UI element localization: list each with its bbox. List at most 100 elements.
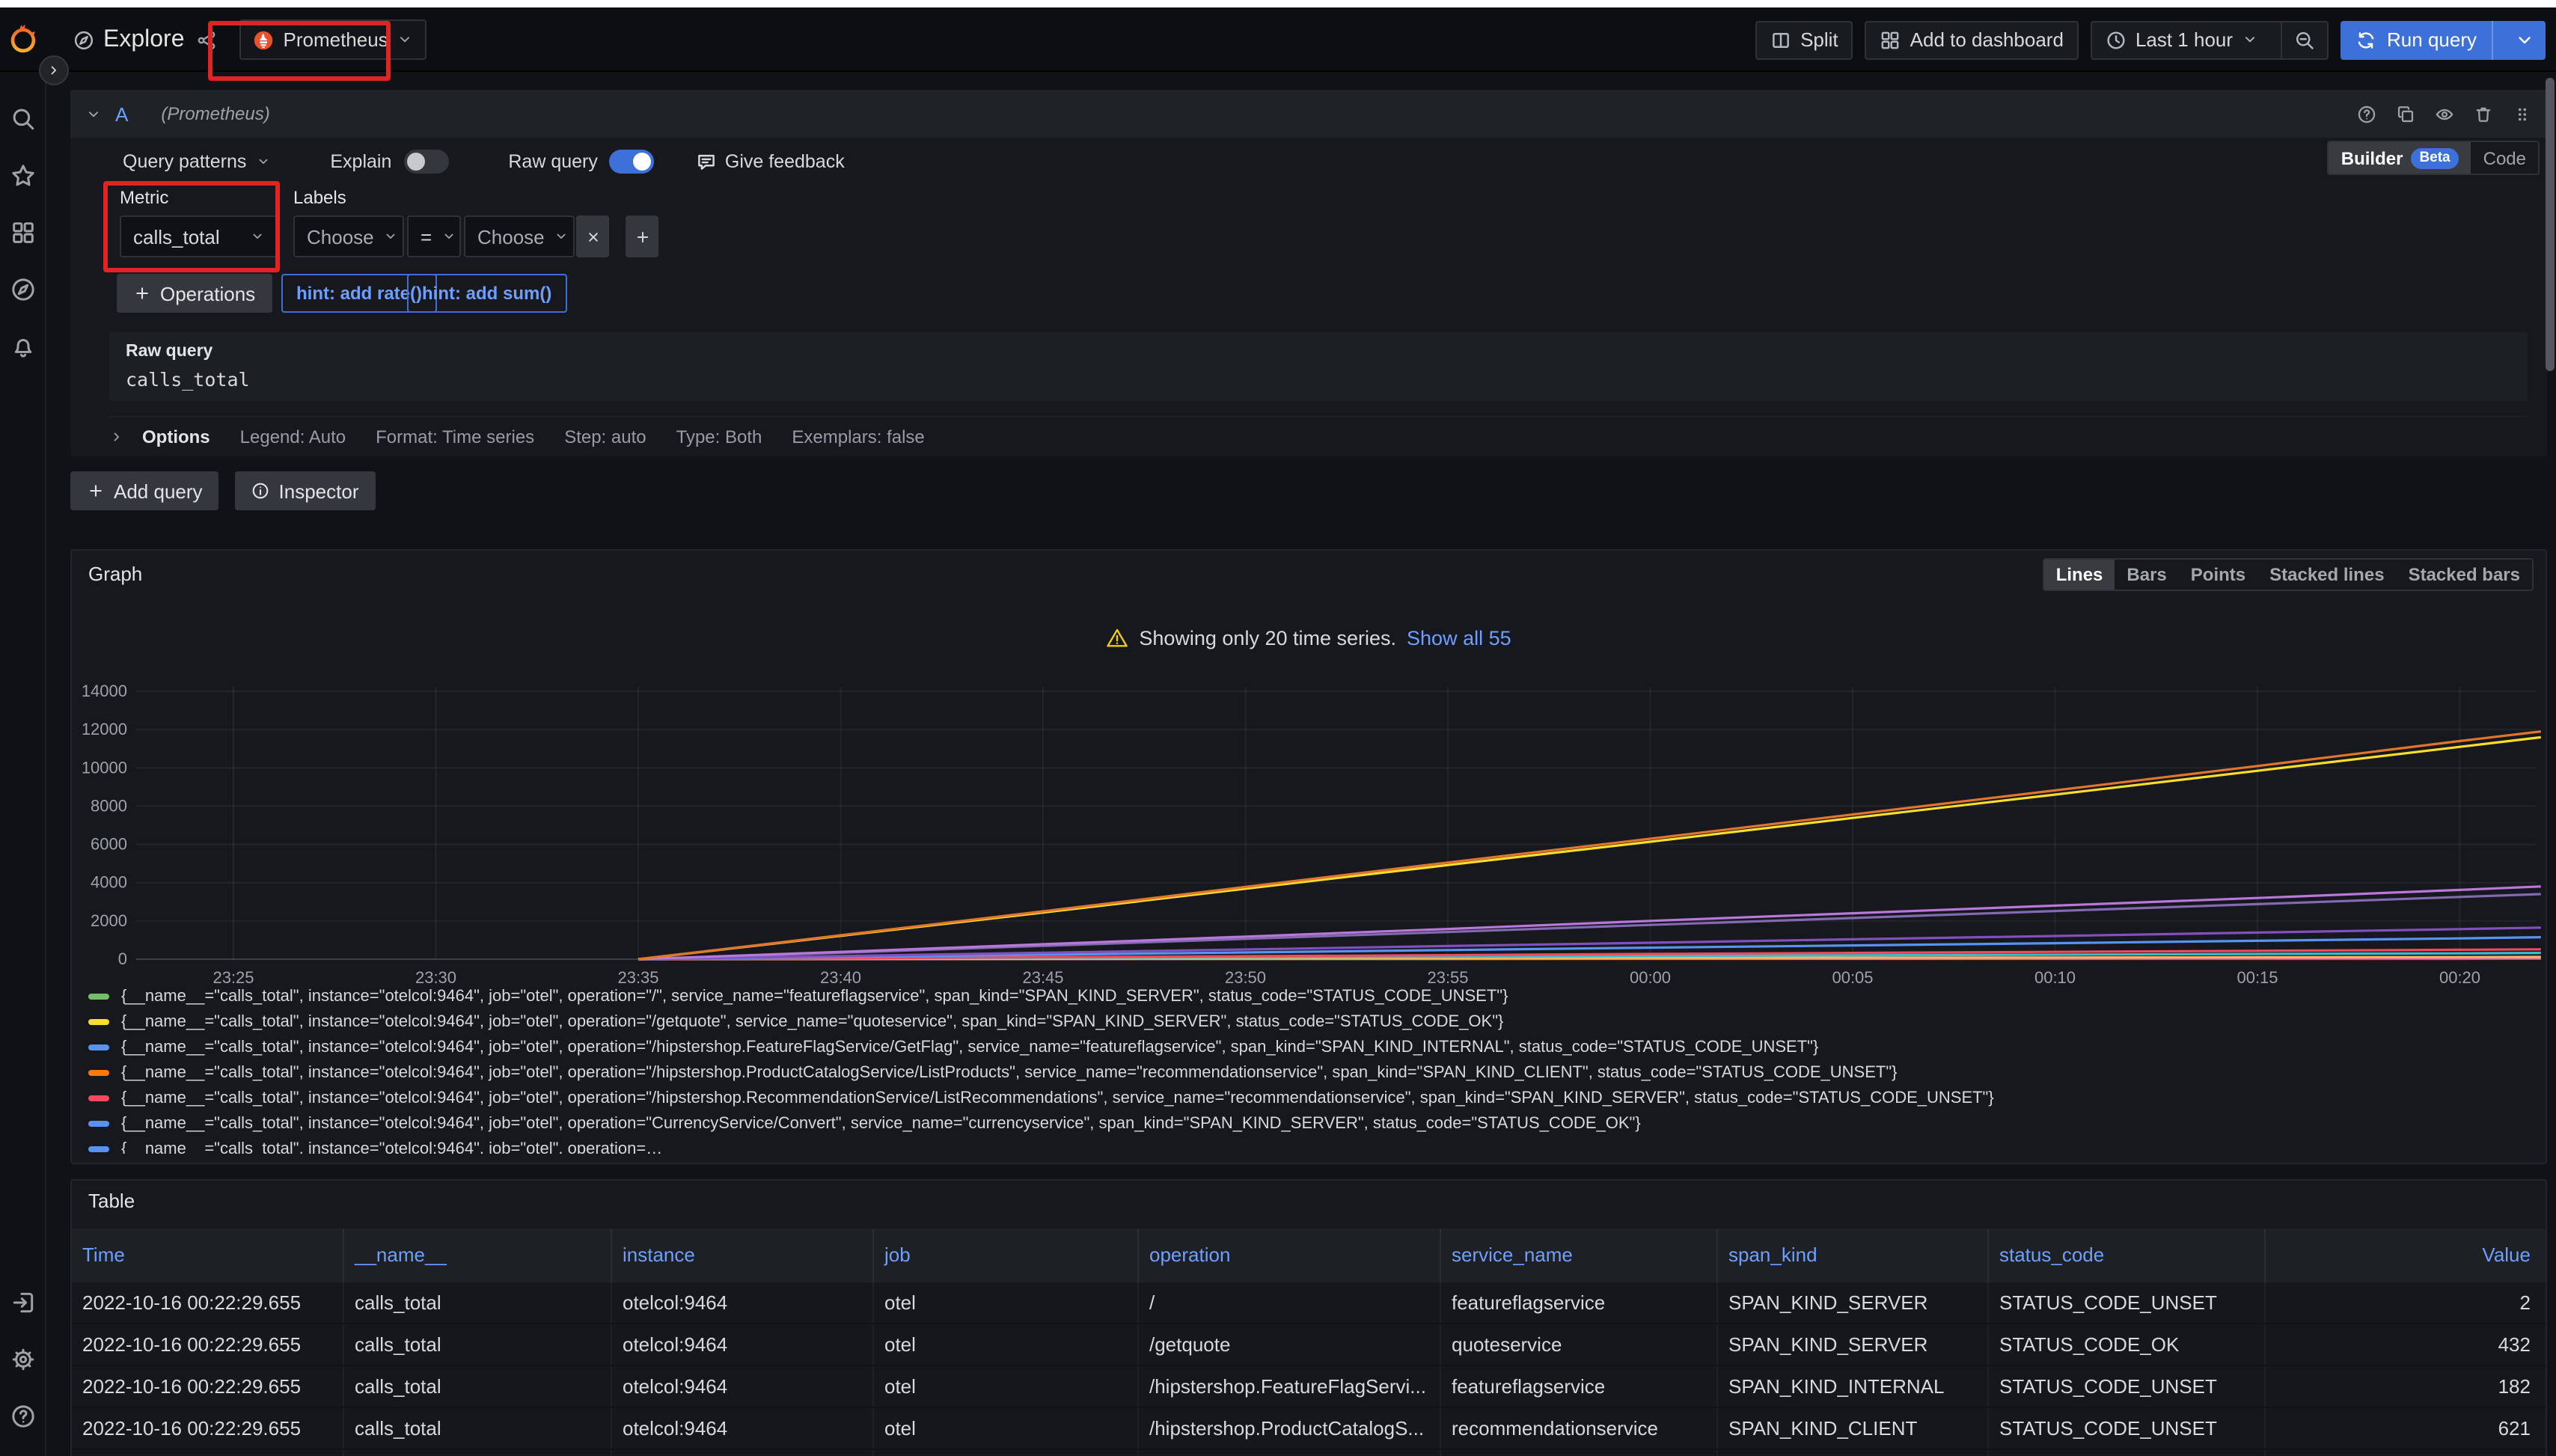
legend-item[interactable]: {__name__="calls_total", instance="otelc… (88, 1110, 2535, 1136)
add-label-filter-button[interactable] (626, 215, 658, 257)
operations-button[interactable]: Operations (117, 274, 272, 313)
raw-query-toggle[interactable] (610, 150, 655, 174)
remove-label-filter-button[interactable] (576, 215, 609, 257)
sidebar-item-alerting[interactable] (0, 317, 46, 374)
query-help-icon[interactable] (2357, 104, 2376, 123)
split-button[interactable]: Split (1755, 20, 1853, 59)
run-query-button[interactable]: Run query (2341, 20, 2546, 59)
drag-handle-icon[interactable] (2513, 104, 2532, 123)
sidebar-item-sign-in[interactable] (0, 1273, 46, 1330)
query-options-row[interactable]: Options Legend: AutoFormat: Time seriesS… (109, 416, 2528, 455)
time-series-chart[interactable]: 23:2523:3023:3523:4023:4523:5023:5500:00… (76, 675, 2543, 1001)
legend-item[interactable]: {__name__="calls_total", instance="otelc… (88, 1059, 2535, 1085)
graph-mode-stacked-bars[interactable]: Stacked bars (2397, 560, 2532, 590)
explain-toggle[interactable] (403, 150, 448, 174)
time-range-button[interactable]: Last 1 hour (2092, 22, 2272, 58)
table-cell: 621 (2264, 1450, 2546, 1456)
legend-label: {__name__="calls_total", instance="otelc… (121, 1140, 662, 1154)
add-query-button[interactable]: Add query (70, 471, 219, 510)
query-patterns-button[interactable]: Query patterns (123, 151, 246, 172)
column-header-name[interactable]: __name__ (343, 1229, 611, 1282)
table-cell: STATUS_CODE_UNSET (1987, 1408, 2264, 1449)
sidebar-expand-button[interactable] (39, 55, 69, 85)
label-name-select[interactable]: Choose (293, 215, 404, 257)
legend-item[interactable]: {__name__="calls_total", instance="otelc… (88, 1009, 2535, 1034)
grafana-logo[interactable] (6, 21, 43, 58)
bell-icon (10, 333, 36, 358)
close-icon (584, 228, 601, 245)
sidebar-item-starred[interactable] (0, 147, 46, 204)
duplicate-query-icon[interactable] (2396, 104, 2415, 123)
metric-select[interactable]: calls_total (120, 215, 278, 257)
column-header-statuscode[interactable]: status_code (1987, 1229, 2264, 1282)
time-zoom-out-button[interactable] (2281, 22, 2327, 58)
table-row: 2022-10-16 00:22:29.655calls_totalotelco… (72, 1450, 2546, 1456)
graph-mode-points[interactable]: Points (2179, 560, 2257, 590)
label-value-select[interactable]: Choose (464, 215, 575, 257)
hint-button-1[interactable]: hint: add sum() (407, 274, 566, 313)
chevron-right-icon (109, 429, 124, 444)
tab-code[interactable]: Code (2471, 142, 2538, 174)
button-divider (2492, 20, 2493, 59)
table-cell: STATUS_CODE_UNSET (1987, 1366, 2264, 1407)
split-label: Split (1800, 28, 1838, 51)
explain-label: Explain (330, 151, 391, 172)
query-actions: Add query Inspector (70, 471, 376, 510)
column-header-time[interactable]: Time (72, 1229, 343, 1282)
graph-mode-lines[interactable]: Lines (2044, 560, 2115, 590)
zoom-out-icon (2294, 29, 2315, 50)
legend-item[interactable]: {__name__="calls_total", instance="otelc… (88, 983, 2535, 1009)
graph-mode-bars[interactable]: Bars (2115, 560, 2178, 590)
gear-icon (10, 1346, 36, 1371)
sidebar-bottom-items (0, 1273, 45, 1444)
column-header-spankind[interactable]: span_kind (1716, 1229, 1987, 1282)
column-header-operation[interactable]: operation (1137, 1229, 1440, 1282)
query-row-header[interactable]: A (Prometheus) (70, 90, 2547, 138)
inspector-button[interactable]: Inspector (236, 471, 376, 510)
tab-builder[interactable]: Builder Beta (2329, 142, 2471, 174)
sidebar-item-dashboards[interactable] (0, 204, 46, 260)
give-feedback-label: Give feedback (725, 151, 845, 172)
table-cell: otel (872, 1366, 1137, 1407)
add-to-dashboard-label: Add to dashboard (1910, 28, 2064, 51)
table-cell: calls_total (343, 1408, 611, 1449)
table-cell: 621 (2264, 1408, 2546, 1449)
raw-query-label: Raw query (508, 151, 598, 172)
show-all-series-link[interactable]: Show all 55 (1407, 627, 1511, 649)
datasource-picker[interactable]: Prometheus (240, 19, 427, 60)
scrollbar-thumb[interactable] (2546, 78, 2555, 371)
sidebar-item-search[interactable] (0, 90, 46, 147)
collapse-query-icon[interactable] (85, 105, 102, 122)
help-icon (10, 1403, 36, 1428)
legend-item[interactable]: {__name__="calls_total", instance="otelc… (88, 1085, 2535, 1110)
table-cell: /hipstershop.FeatureFlagServi... (1137, 1366, 1440, 1407)
legend-swatch (88, 1145, 109, 1151)
option-summary-item: Format: Time series (376, 426, 534, 447)
column-header-instance[interactable]: instance (611, 1229, 872, 1282)
signin-icon (10, 1289, 36, 1315)
chevron-down-icon[interactable] (2504, 29, 2546, 50)
column-header-value[interactable]: Value (2264, 1229, 2546, 1282)
time-range-label: Last 1 hour (2135, 28, 2233, 51)
give-feedback-button[interactable]: Give feedback (697, 151, 845, 172)
table-body: 2022-10-16 00:22:29.655calls_totalotelco… (72, 1282, 2546, 1456)
column-header-job[interactable]: job (872, 1229, 1137, 1282)
legend-item[interactable]: {__name__="calls_total", instance="otelc… (88, 1034, 2535, 1059)
table-cell: otel (872, 1450, 1137, 1456)
query-datasource-hint: (Prometheus) (161, 103, 269, 124)
delete-query-icon[interactable] (2474, 104, 2493, 123)
legend-item-partial[interactable]: {__name__="calls_total", instance="otelc… (88, 1136, 2535, 1154)
graph-mode-stacked-lines[interactable]: Stacked lines (2257, 560, 2396, 590)
sidebar-item-help[interactable] (0, 1387, 46, 1444)
query-ref-id: A (115, 103, 128, 125)
table-cell: otel (872, 1408, 1137, 1449)
toggle-visibility-icon[interactable] (2435, 104, 2454, 123)
add-to-dashboard-button[interactable]: Add to dashboard (1865, 20, 2079, 59)
label-operator-select[interactable]: = (407, 215, 461, 257)
sidebar-item-configuration[interactable] (0, 1330, 46, 1387)
page-scrollbar[interactable] (2544, 72, 2556, 1456)
legend-label: {__name__="calls_total", instance="otelc… (121, 1012, 1503, 1030)
column-header-servicename[interactable]: service_name (1440, 1229, 1716, 1282)
sidebar-item-explore[interactable] (0, 260, 46, 317)
share-icon[interactable] (197, 29, 218, 50)
